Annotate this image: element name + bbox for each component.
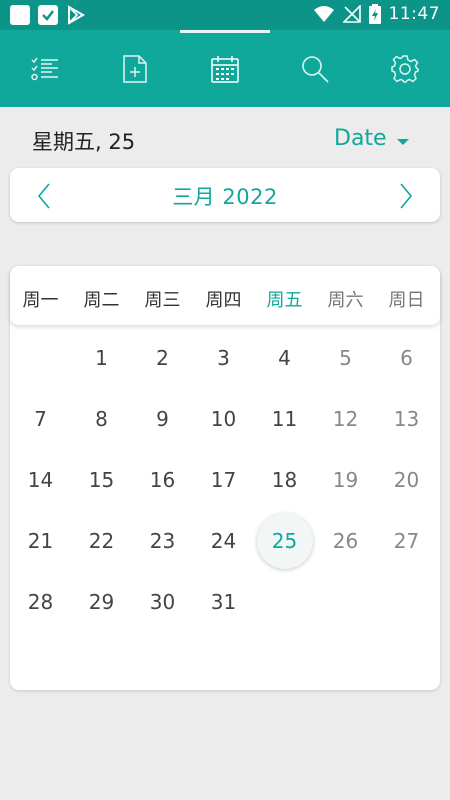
settings-icon	[391, 54, 419, 83]
calendar-day[interactable]: 26	[318, 513, 374, 569]
search-icon	[302, 55, 329, 83]
calendar-day[interactable]: 3	[196, 330, 252, 386]
calendar-day[interactable]: 28	[13, 574, 69, 630]
calendar-day[interactable]: 1	[74, 330, 130, 386]
calendar-day[interactable]: 7	[13, 391, 69, 447]
no-signal-icon	[342, 5, 361, 23]
calendar-icon	[211, 55, 239, 83]
calendar-day[interactable]: 12	[318, 391, 374, 447]
status-bar: 11:47	[0, 0, 450, 30]
weekday-header: 周一 周二 周三 周四 周五 周六 周日	[10, 266, 440, 325]
weekday-label: 周五	[266, 290, 303, 311]
chevron-down-icon	[396, 138, 409, 145]
tab-calendar[interactable]	[180, 30, 270, 107]
task-list-icon	[31, 57, 58, 80]
calendar-day[interactable]: 22	[74, 513, 130, 569]
play-store-icon	[68, 5, 86, 25]
weekday-label: 周三	[144, 290, 181, 311]
calendar-grid: 周一 周二 周三 周四 周五 周六 周日 1 2 3 4 5 6 7 8 9 10 11 12 13 14 15 16 17…	[10, 266, 440, 690]
calendar-day[interactable]: 18	[257, 452, 313, 508]
app-square-icon	[10, 5, 30, 25]
top-toolbar	[0, 30, 450, 107]
add-note-icon	[123, 54, 147, 83]
calendar-day[interactable]: 27	[379, 513, 435, 569]
calendar-day[interactable]: 15	[74, 452, 130, 508]
calendar-day[interactable]: 4	[257, 330, 313, 386]
status-time: 11:47	[388, 4, 440, 24]
calendar-day[interactable]: 17	[196, 452, 252, 508]
calendar-day[interactable]: 30	[135, 574, 191, 630]
weekday-label: 周日	[388, 290, 425, 311]
sort-dropdown[interactable]: Date	[334, 126, 409, 151]
calendar-day[interactable]: 2	[135, 330, 191, 386]
calendar-day[interactable]: 19	[318, 452, 374, 508]
calendar-day[interactable]: 21	[13, 513, 69, 569]
tab-search[interactable]	[270, 30, 360, 107]
calendar-day[interactable]: 10	[196, 391, 252, 447]
calendar-day[interactable]: 24	[196, 513, 252, 569]
calendar-day[interactable]: 29	[74, 574, 130, 630]
wifi-icon	[313, 6, 334, 22]
battery-charging-icon	[368, 4, 381, 24]
calendar-day[interactable]: 31	[196, 574, 252, 630]
month-navigator: 三月 2022	[10, 168, 440, 222]
checkbox-icon	[38, 5, 58, 25]
month-title: 三月 2022	[172, 185, 278, 209]
selected-date-label: 星期五, 25	[32, 130, 136, 154]
weekday-label: 周四	[205, 290, 242, 311]
calendar-day[interactable]: 13	[379, 391, 435, 447]
weekday-label: 周一	[22, 290, 59, 311]
calendar-day[interactable]: 9	[135, 391, 191, 447]
calendar-day[interactable]: 23	[135, 513, 191, 569]
calendar-day[interactable]: 11	[257, 391, 313, 447]
calendar-day[interactable]: 20	[379, 452, 435, 508]
calendar-day-today[interactable]: 25	[256, 513, 313, 569]
sort-label: Date	[334, 126, 387, 151]
calendar-day[interactable]: 16	[135, 452, 191, 508]
status-left	[10, 5, 86, 25]
tab-add-note[interactable]	[90, 30, 180, 107]
status-right: 11:47	[313, 4, 441, 24]
tab-settings[interactable]	[360, 30, 450, 107]
calendar-day[interactable]: 8	[74, 391, 130, 447]
tab-task-list[interactable]	[0, 30, 90, 107]
calendar-day[interactable]: 5	[318, 330, 374, 386]
chevron-right-icon[interactable]	[396, 182, 416, 210]
weekday-label: 周六	[327, 290, 364, 311]
weekday-label: 周二	[83, 290, 120, 311]
calendar-day[interactable]: 6	[379, 330, 435, 386]
calendar-day[interactable]: 14	[13, 452, 69, 508]
